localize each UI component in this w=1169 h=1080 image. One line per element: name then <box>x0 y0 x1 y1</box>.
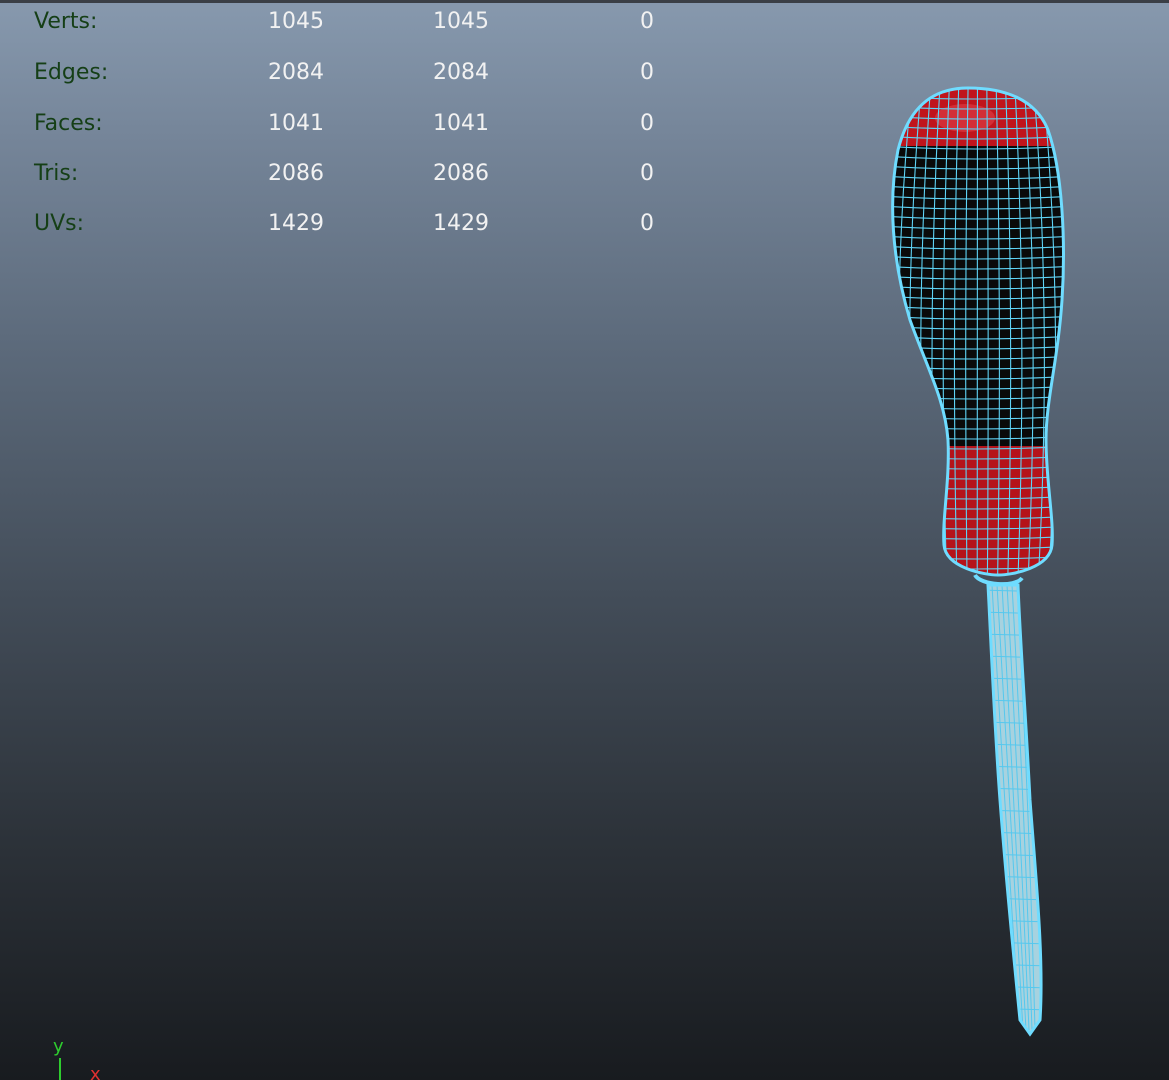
hud-label: Edges: <box>34 60 109 85</box>
hud-label: Faces: <box>34 111 103 136</box>
hud-value-object: 1045 <box>268 9 324 34</box>
hud-label: Tris: <box>34 161 79 186</box>
hud-value-component: 0 <box>640 161 654 186</box>
hud-value-component: 0 <box>640 211 654 236</box>
hud-row-uvs: UVs: 1429 1429 0 <box>0 209 700 239</box>
hud-value-component: 0 <box>640 9 654 34</box>
hud-value-component: 0 <box>640 60 654 85</box>
hud-value-selected: 1045 <box>433 9 489 34</box>
poly-count-hud: Verts: 1045 1045 0 Edges: 2084 2084 0 Fa… <box>0 0 700 250</box>
hud-row-edges: Edges: 2084 2084 0 <box>0 58 700 88</box>
y-axis-label: y <box>53 1036 64 1057</box>
hud-label: UVs: <box>34 211 85 236</box>
axis-gizmo: y x <box>53 1036 101 1080</box>
hud-value-object: 2084 <box>268 60 324 85</box>
hud-value-object: 1429 <box>268 211 324 236</box>
hud-value-component: 0 <box>640 111 654 136</box>
hud-row-tris: Tris: 2086 2086 0 <box>0 159 700 189</box>
hud-value-selected: 1429 <box>433 211 489 236</box>
hud-value-selected: 1041 <box>433 111 489 136</box>
wire-ring <box>988 1029 1042 1033</box>
viewport-panel[interactable]: Verts: 1045 1045 0 Edges: 2084 2084 0 Fa… <box>0 0 1169 1080</box>
x-axis-label: x <box>90 1064 101 1080</box>
hud-row-verts: Verts: 1045 1045 0 <box>0 7 700 37</box>
hud-row-faces: Faces: 1041 1041 0 <box>0 109 700 139</box>
hud-value-object: 2086 <box>268 161 324 186</box>
screwdriver-mesh[interactable] <box>870 70 1090 1050</box>
wire-meridian <box>976 88 978 575</box>
hud-label: Verts: <box>34 9 98 34</box>
hud-value-selected: 2084 <box>433 60 489 85</box>
hud-value-selected: 2086 <box>433 161 489 186</box>
hud-value-object: 1041 <box>268 111 324 136</box>
